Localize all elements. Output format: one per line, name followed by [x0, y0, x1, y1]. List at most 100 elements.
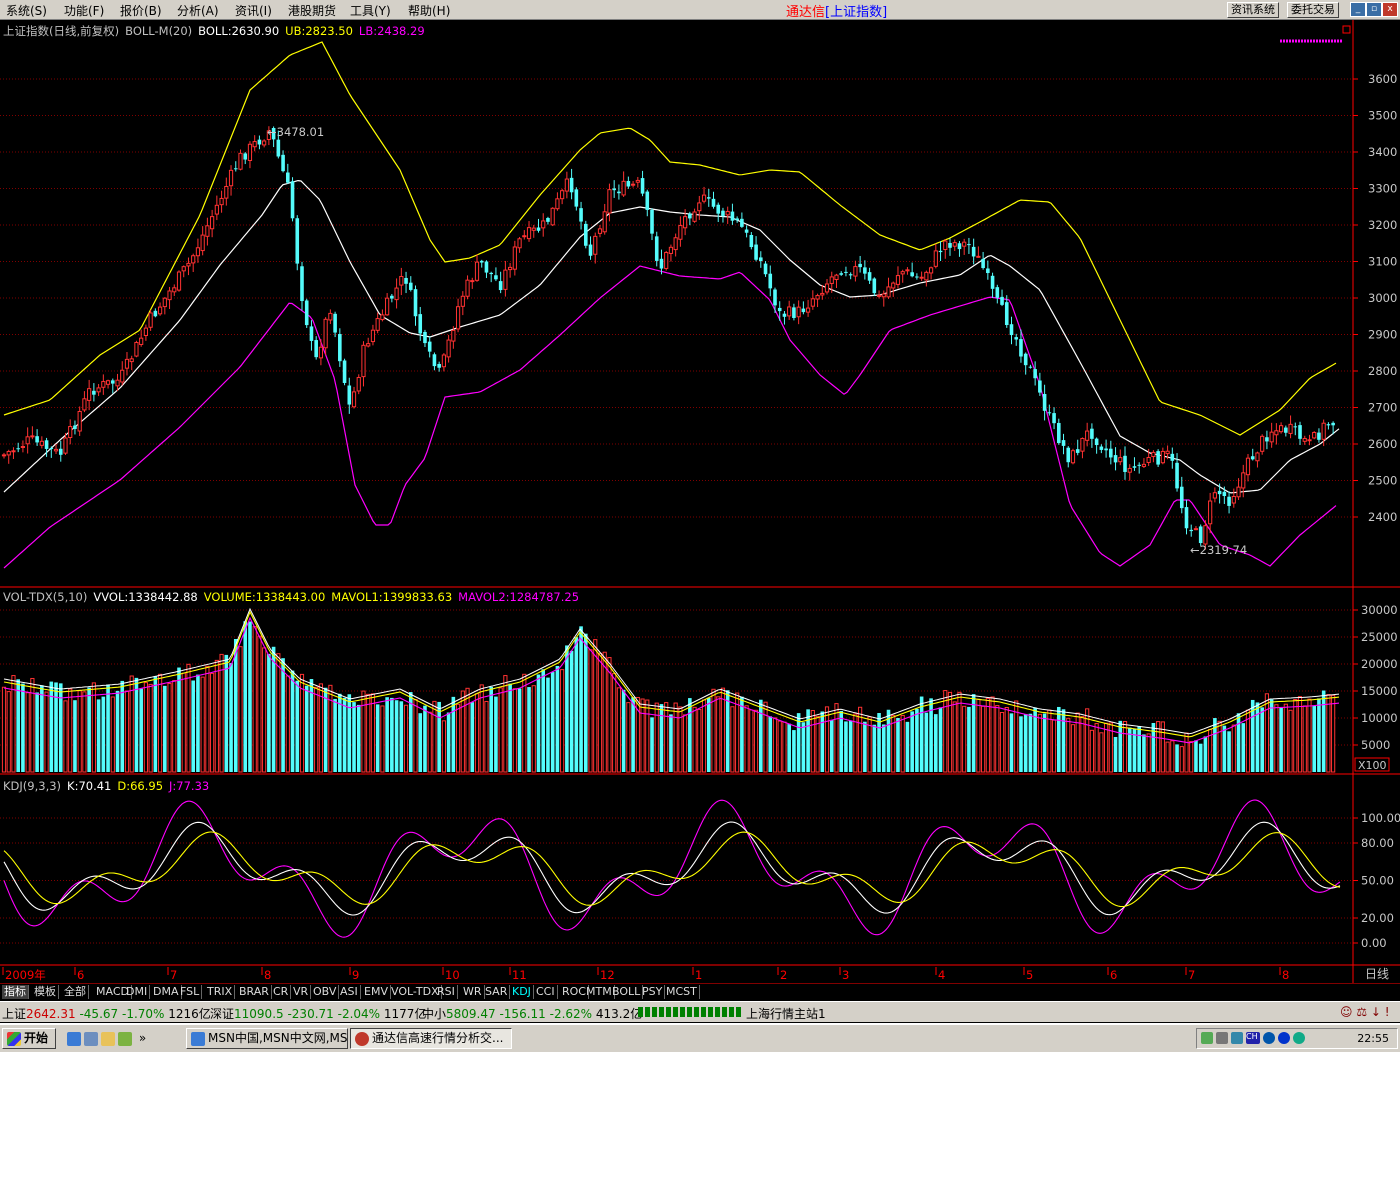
- price-legend-ub: UB:2823.50: [285, 24, 353, 38]
- menu-function[interactable]: 功能(F): [64, 2, 104, 19]
- tab-wr[interactable]: WR: [461, 985, 485, 999]
- candle-body-down: [276, 139, 281, 157]
- menu-info[interactable]: 资讯(I): [235, 2, 272, 19]
- candle-body-down: [479, 260, 484, 263]
- monitor-icon[interactable]: [1231, 1032, 1243, 1044]
- info-system-button[interactable]: 资讯系统: [1227, 2, 1279, 18]
- candle-body-down: [579, 208, 583, 222]
- tab-vol-tdx[interactable]: VOL-TDX: [389, 985, 442, 999]
- tab-dmi[interactable]: DMI: [124, 985, 151, 999]
- candle-body-up: [1274, 430, 1279, 436]
- start-button[interactable]: 开始: [2, 1028, 56, 1049]
- tab-emv[interactable]: EMV: [362, 985, 391, 999]
- volume-bar-up: [962, 705, 967, 773]
- price-tick-label: 2600: [1368, 437, 1397, 451]
- kdj-legend: KDJ(9,3,3) K:70.41 D:66.95 J:77.33: [3, 779, 215, 793]
- task-msn[interactable]: MSN中国,MSN中文网,MS...: [186, 1028, 348, 1049]
- tab-sar[interactable]: SAR: [483, 985, 511, 999]
- tab-cr[interactable]: CR: [271, 985, 292, 999]
- candle-body-down: [342, 360, 347, 383]
- volume-bar-up: [522, 673, 527, 773]
- trade-button[interactable]: 委托交易: [1287, 2, 1339, 18]
- minimize-icon[interactable]: _: [1350, 2, 1366, 17]
- tab-全部[interactable]: 全部: [62, 985, 89, 999]
- candle-body-up: [829, 276, 834, 284]
- price-layer: ←3478.01 ←2319.74: [1, 41, 1340, 569]
- volume-bar-down: [1009, 713, 1014, 772]
- volume-bar-down: [347, 694, 352, 772]
- candle-body-up: [105, 380, 111, 385]
- tab-psy[interactable]: PSY: [640, 985, 666, 999]
- globe-icon[interactable]: [1293, 1032, 1305, 1044]
- candle-body-down: [16, 448, 20, 450]
- network-icon[interactable]: [1201, 1032, 1213, 1044]
- tab-cci[interactable]: CCI: [534, 985, 558, 999]
- candle-body-up: [725, 210, 730, 216]
- time-label: 5: [1026, 968, 1033, 982]
- tab-rsi[interactable]: RSI: [435, 985, 458, 999]
- ie-icon[interactable]: [67, 1031, 81, 1046]
- tab-vr[interactable]: VR: [291, 985, 312, 999]
- tab-dma[interactable]: DMA: [151, 985, 182, 999]
- tab-trix[interactable]: TRIX: [205, 985, 236, 999]
- tab-brar[interactable]: BRAR: [237, 985, 272, 999]
- tab-boll[interactable]: BOLL: [610, 985, 644, 999]
- tab-指标[interactable]: 指标: [2, 985, 29, 999]
- volume-bar-down: [437, 701, 441, 772]
- volume-bar-up: [474, 693, 480, 773]
- menu-analysis[interactable]: 分析(A): [177, 2, 219, 19]
- volume-bar-down: [494, 696, 498, 772]
- candle-body-up: [1255, 452, 1260, 462]
- volume-bar-up: [1288, 709, 1293, 773]
- app-window: 系统(S) 功能(F) 报价(B) 分析(A) 资讯(I) 港股期货 工具(Y)…: [0, 0, 1400, 1052]
- volume-bar-up: [1037, 713, 1042, 773]
- volume-bar-down: [1236, 713, 1241, 772]
- candle-body-down: [110, 380, 115, 384]
- tab-fsl[interactable]: FSL: [178, 985, 203, 999]
- candle-body-up: [1260, 435, 1265, 452]
- candle-body-up: [815, 295, 820, 300]
- tab-mcst[interactable]: MCST: [664, 985, 700, 999]
- qq-icon[interactable]: [1263, 1032, 1275, 1044]
- task-tdx[interactable]: 通达信高速行情分析交...: [350, 1028, 512, 1049]
- candle-body-down: [1217, 490, 1222, 495]
- ime-ch-icon[interactable]: CH: [1246, 1032, 1260, 1044]
- volume-bar-down: [58, 683, 63, 772]
- volume-bar-down: [489, 686, 493, 772]
- tab-模板[interactable]: 模板: [32, 985, 59, 999]
- candle-body-up: [1165, 450, 1170, 455]
- tab-kdj[interactable]: KDJ: [510, 985, 534, 999]
- candle-body-up: [167, 290, 172, 301]
- volume-bar-up: [1184, 732, 1189, 773]
- close-icon[interactable]: x: [1382, 2, 1398, 17]
- volume-bar-up: [361, 690, 366, 773]
- price-legend-indicator: BOLL-M(20): [125, 24, 193, 38]
- desktop-icon[interactable]: [101, 1031, 115, 1046]
- candle-body-up: [11, 450, 16, 453]
- candle-body-down: [730, 211, 735, 221]
- menu-hk-futures[interactable]: 港股期货: [288, 2, 336, 19]
- volume-icon[interactable]: [1216, 1032, 1228, 1044]
- candle-body-down: [574, 189, 579, 207]
- volume-bar-up: [1307, 698, 1312, 773]
- msn-icon[interactable]: [118, 1031, 132, 1046]
- tab-asi[interactable]: ASI: [338, 985, 361, 999]
- tab-obv[interactable]: OBV: [311, 985, 340, 999]
- kdj-legend-name: KDJ(9,3,3): [3, 779, 62, 793]
- status-icons[interactable]: ☺ ⚖ ↓ !: [1340, 1005, 1390, 1019]
- outlook-icon[interactable]: [84, 1031, 98, 1046]
- f-icon[interactable]: [1278, 1032, 1290, 1044]
- menu-tools[interactable]: 工具(Y): [350, 2, 391, 19]
- candle-body-up: [531, 227, 536, 231]
- chart-area[interactable]: ←3478.01←2319.74 36003500340033003200310…: [0, 20, 1400, 983]
- candle-body-up: [664, 252, 669, 269]
- time-label: 7: [1188, 968, 1195, 982]
- sh-change: -45.67: [79, 1007, 119, 1021]
- menu-help[interactable]: 帮助(H): [408, 2, 450, 19]
- tray-icons[interactable]: CH: [1201, 1031, 1308, 1044]
- restore-icon[interactable]: ▫: [1366, 2, 1382, 17]
- candle-body-up: [933, 250, 938, 267]
- menu-system[interactable]: 系统(S): [6, 2, 47, 19]
- menu-quote[interactable]: 报价(B): [120, 2, 162, 19]
- candle-body-down: [1284, 427, 1288, 433]
